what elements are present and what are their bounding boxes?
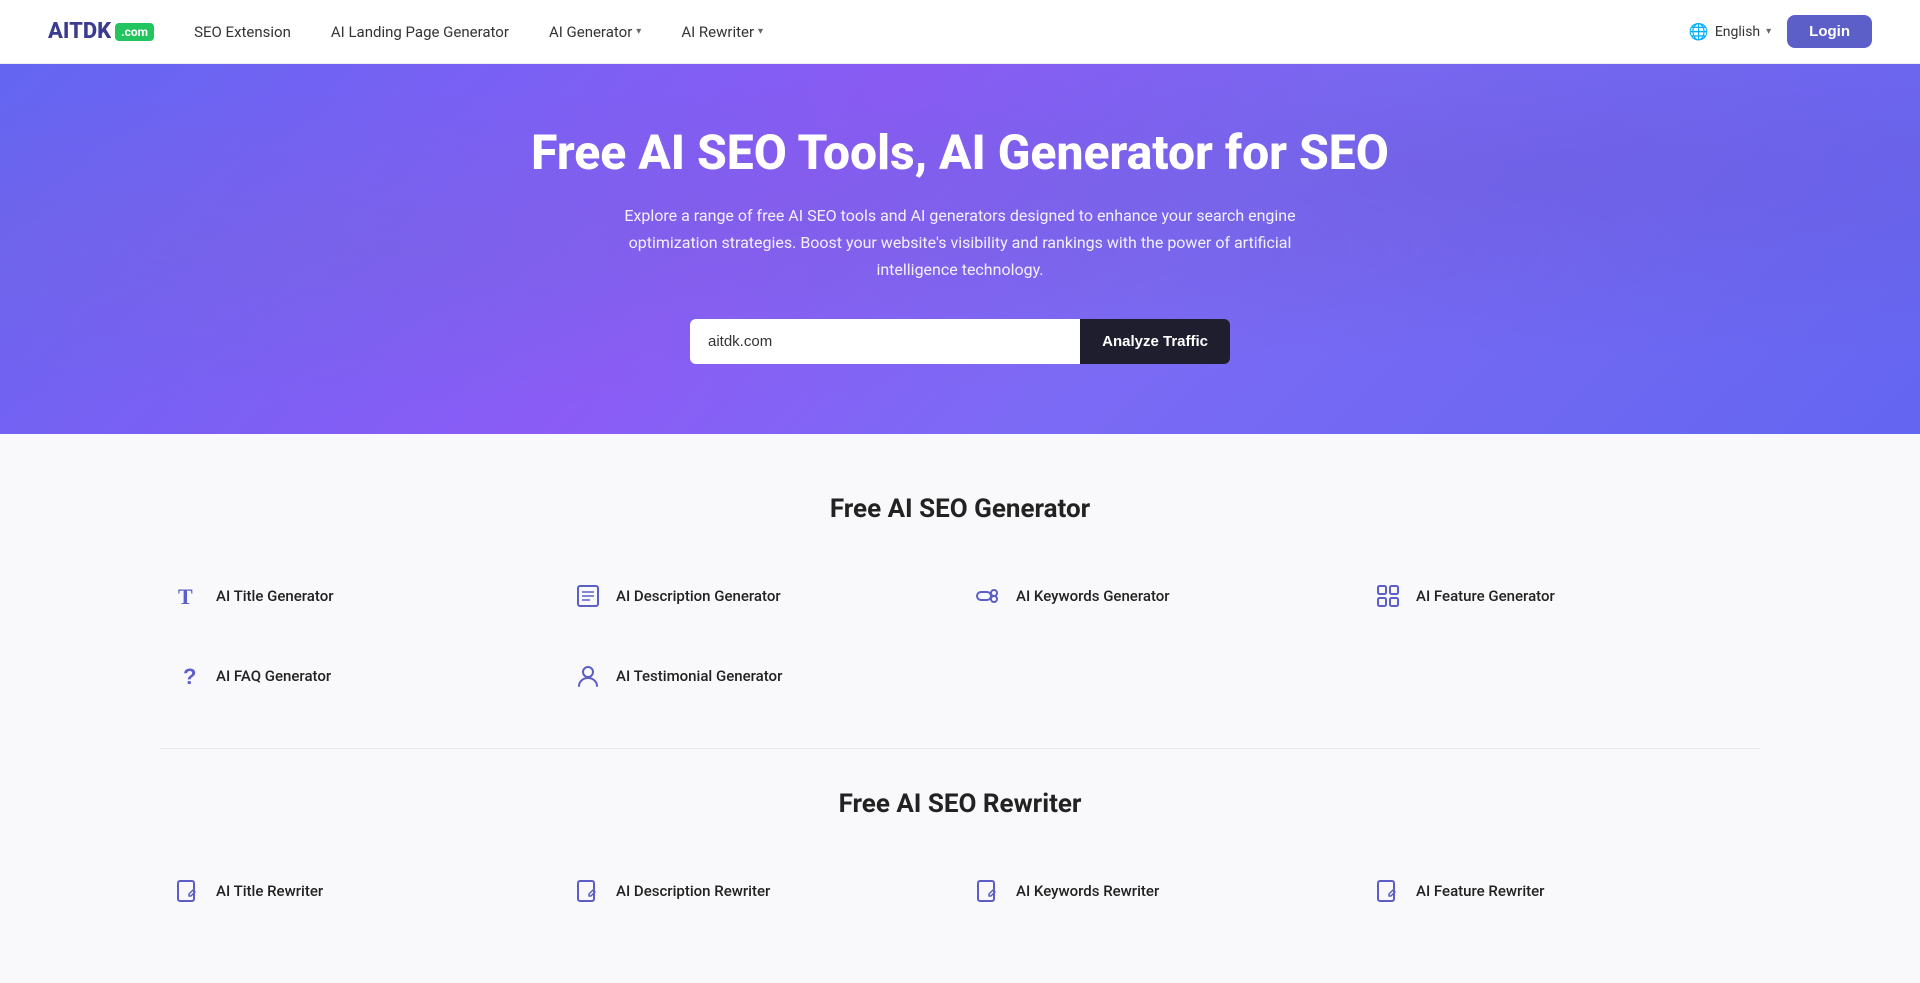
- tool-ai-description-generator[interactable]: AI Description Generator: [560, 564, 960, 628]
- tool-label: AI Keywords Generator: [1016, 587, 1170, 605]
- language-label: English: [1715, 24, 1760, 40]
- tool-label: AI Testimonial Generator: [616, 667, 782, 685]
- logo-badge: .com: [115, 23, 154, 41]
- generator-section: Free AI SEO Generator T AI Title Generat…: [160, 494, 1760, 708]
- hero-search-bar: Analyze Traffic: [690, 319, 1230, 364]
- tool-ai-faq-generator[interactable]: ? AI FAQ Generator: [160, 644, 560, 708]
- hero-title: Free AI SEO Tools, AI Generator for SEO: [531, 124, 1389, 182]
- rewriter-tools-grid: AI Title Rewriter AI Description Rewrite…: [160, 859, 1760, 923]
- globe-icon: 🌐: [1689, 22, 1709, 41]
- hero-subtitle: Explore a range of free AI SEO tools and…: [610, 202, 1310, 284]
- tool-ai-feature-rewriter[interactable]: AI Feature Rewriter: [1360, 859, 1760, 923]
- tool-label: AI Description Rewriter: [616, 882, 770, 900]
- edit-icon: [172, 875, 204, 907]
- tool-label: AI Feature Rewriter: [1416, 882, 1544, 900]
- content-area: Free AI SEO Generator T AI Title Generat…: [0, 434, 1920, 983]
- tool-label: AI Title Generator: [216, 587, 334, 605]
- svg-text:T: T: [178, 584, 193, 609]
- tool-ai-title-rewriter[interactable]: AI Title Rewriter: [160, 859, 560, 923]
- analyze-traffic-button[interactable]: Analyze Traffic: [1080, 319, 1230, 364]
- url-input[interactable]: [690, 319, 1080, 364]
- faq-icon: ?: [172, 660, 204, 692]
- description-icon: [572, 580, 604, 612]
- nav-ai-generator[interactable]: AI Generator ▾: [549, 23, 641, 41]
- generator-tools-grid: T AI Title Generator AI Description Gene…: [160, 564, 1760, 708]
- nav-ai-rewriter[interactable]: AI Rewriter ▾: [681, 23, 763, 41]
- feature-icon: [1372, 580, 1404, 612]
- tool-label: AI FAQ Generator: [216, 667, 331, 685]
- navbar: AITDK .com SEO Extension AI Landing Page…: [0, 0, 1920, 64]
- edit-icon: [572, 875, 604, 907]
- tool-ai-feature-generator[interactable]: AI Feature Generator: [1360, 564, 1760, 628]
- tool-label: AI Feature Generator: [1416, 587, 1555, 605]
- tool-label: AI Title Rewriter: [216, 882, 323, 900]
- language-selector[interactable]: 🌐 English ▾: [1689, 22, 1771, 41]
- tool-ai-title-generator[interactable]: T AI Title Generator: [160, 564, 560, 628]
- chevron-down-icon: ▾: [758, 26, 763, 37]
- hero-section: Free AI SEO Tools, AI Generator for SEO …: [0, 64, 1920, 434]
- logo[interactable]: AITDK .com: [48, 19, 154, 44]
- tool-label: AI Description Generator: [616, 587, 781, 605]
- tool-ai-keywords-rewriter[interactable]: AI Keywords Rewriter: [960, 859, 1360, 923]
- section-divider: [160, 748, 1760, 749]
- navbar-left: AITDK .com SEO Extension AI Landing Page…: [48, 19, 763, 44]
- tool-ai-keywords-generator[interactable]: AI Keywords Generator: [960, 564, 1360, 628]
- keywords-icon: [972, 580, 1004, 612]
- nav-seo-extension[interactable]: SEO Extension: [194, 23, 291, 41]
- edit-icon: [1372, 875, 1404, 907]
- svg-text:?: ?: [183, 664, 196, 689]
- logo-text: AITDK: [48, 19, 111, 44]
- testimonial-icon: [572, 660, 604, 692]
- navbar-right: 🌐 English ▾ Login: [1689, 15, 1872, 48]
- tool-ai-description-rewriter[interactable]: AI Description Rewriter: [560, 859, 960, 923]
- tool-ai-testimonial-generator[interactable]: AI Testimonial Generator: [560, 644, 960, 708]
- nav-landing-page-generator[interactable]: AI Landing Page Generator: [331, 23, 509, 41]
- edit-icon: [972, 875, 1004, 907]
- generator-section-title: Free AI SEO Generator: [160, 494, 1760, 524]
- rewriter-section: Free AI SEO Rewriter AI Title Rewriter: [160, 789, 1760, 923]
- chevron-down-icon: ▾: [636, 26, 641, 37]
- title-icon: T: [172, 580, 204, 612]
- rewriter-section-title: Free AI SEO Rewriter: [160, 789, 1760, 819]
- chevron-down-icon: ▾: [1766, 26, 1771, 37]
- login-button[interactable]: Login: [1787, 15, 1872, 48]
- tool-label: AI Keywords Rewriter: [1016, 882, 1159, 900]
